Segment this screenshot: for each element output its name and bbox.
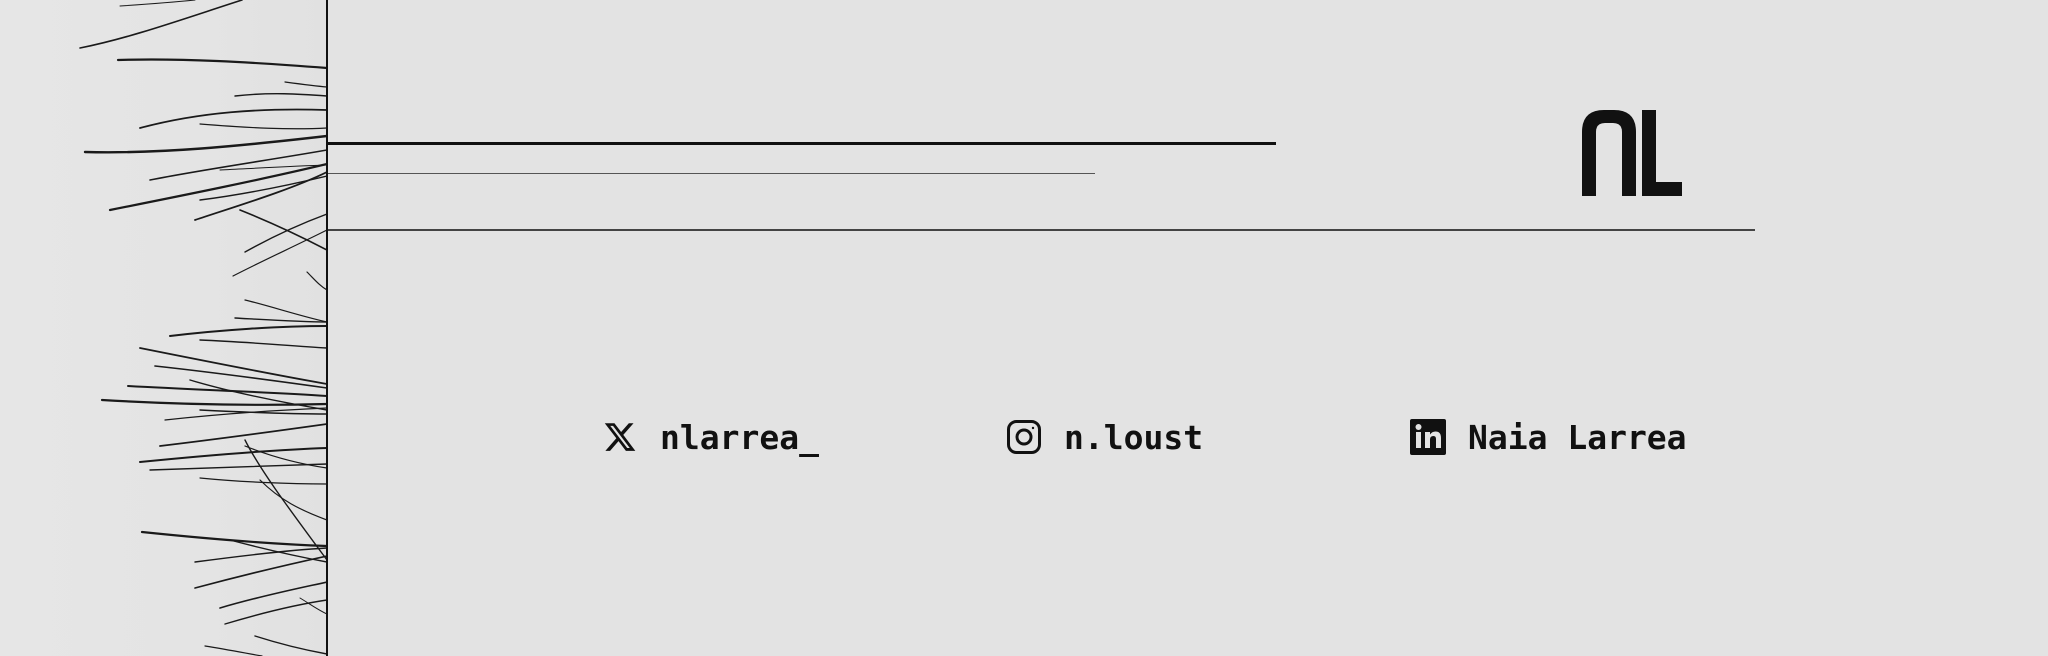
social-instagram[interactable]: n.loust xyxy=(1005,417,1203,457)
horizontal-rule-long xyxy=(328,229,1755,231)
instagram-handle: n.loust xyxy=(1064,417,1204,457)
linkedin-icon xyxy=(1409,419,1446,456)
x-handle: nlarrea_ xyxy=(660,417,819,457)
nl-monogram-logo xyxy=(1582,110,1682,196)
social-linkedin[interactable]: Naia Larrea xyxy=(1409,417,1687,457)
profile-banner: nlarrea_ n.loust Naia Larrea xyxy=(0,0,2048,656)
instagram-icon xyxy=(1005,419,1042,456)
bare-branches-photo xyxy=(0,0,327,656)
x-icon xyxy=(601,419,638,456)
horizontal-rule-thin xyxy=(328,173,1095,174)
vertical-divider xyxy=(326,0,328,656)
social-x[interactable]: nlarrea_ xyxy=(601,417,819,457)
horizontal-rule-top xyxy=(328,142,1276,145)
linkedin-name: Naia Larrea xyxy=(1468,417,1687,457)
